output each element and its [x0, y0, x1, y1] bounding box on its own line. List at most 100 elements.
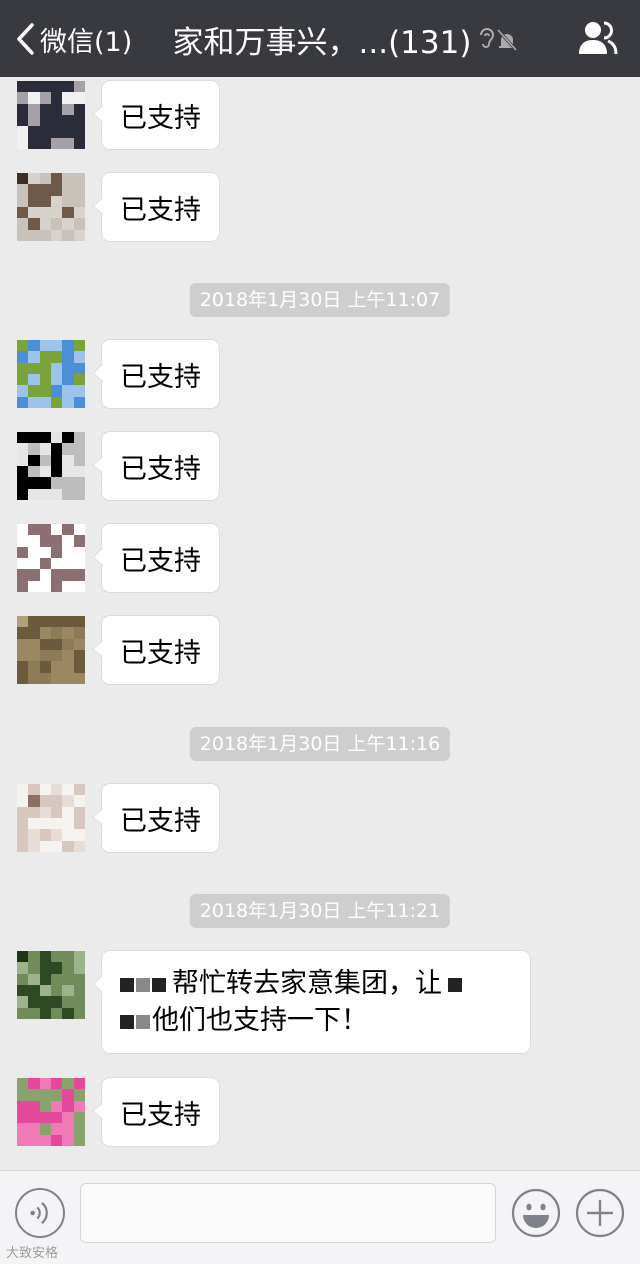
avatar-pixel [39, 373, 51, 386]
avatar-pixel [50, 184, 63, 196]
avatar-pixel [62, 1111, 74, 1124]
avatar-pixel [28, 616, 40, 628]
avatar-pixel [39, 806, 51, 818]
back-chevron-icon [17, 23, 34, 55]
message-input[interactable] [80, 1183, 496, 1243]
avatar-pixel [50, 362, 63, 374]
back-button[interactable]: 微信(1) [14, 16, 132, 62]
avatar-pixel [39, 840, 51, 852]
avatar-pixel [50, 218, 63, 230]
message-text: 已支持 [120, 545, 201, 577]
avatar-pixel [39, 340, 51, 352]
avatar-pixel [39, 206, 51, 219]
avatar-pixel [73, 465, 85, 478]
avatar-pixel [73, 396, 85, 408]
emoji-icon[interactable] [511, 1188, 561, 1238]
avatar-pixel [62, 103, 74, 115]
avatar-pixel [73, 229, 85, 241]
message-bubble[interactable]: 已支持 [93, 340, 219, 408]
avatar[interactable] [17, 1078, 85, 1146]
avatar-pixel [39, 1123, 51, 1135]
avatar-pixel [73, 184, 85, 196]
redacted-name [448, 977, 462, 992]
avatar[interactable] [17, 173, 85, 241]
avatar-pixel [39, 184, 51, 196]
earpiece-icon [480, 28, 495, 48]
message-bubble[interactable]: 帮忙转去家意集团，让 他们也支持一下！ [93, 951, 530, 1053]
avatar-pixel [62, 173, 74, 185]
avatar-pixel [62, 385, 74, 397]
plus-icon[interactable] [575, 1188, 625, 1238]
group-members-icon[interactable] [578, 20, 618, 56]
avatar-pixel [39, 351, 51, 363]
avatar-pixel [39, 218, 51, 230]
avatar-pixel [50, 443, 63, 455]
avatar-pixel [28, 806, 40, 818]
avatar-pixel [28, 1100, 40, 1112]
message-text: 已支持 [120, 1099, 201, 1131]
avatar-pixel [17, 126, 29, 138]
avatar-pixel [62, 569, 74, 581]
avatar-pixel [50, 649, 63, 662]
avatar-pixel [28, 1089, 40, 1101]
avatar[interactable] [17, 616, 85, 684]
message-bubble[interactable]: 已支持 [93, 173, 219, 241]
avatar[interactable] [17, 784, 85, 852]
redacted-name [120, 1014, 134, 1029]
avatar[interactable] [17, 81, 85, 149]
avatar-pixel [62, 206, 74, 219]
avatar-pixel [62, 477, 74, 489]
avatar-pixel [73, 340, 85, 352]
avatar-pixel [62, 195, 74, 207]
message-text: 已支持 [120, 805, 201, 837]
avatar-pixel [73, 488, 85, 500]
avatar-pixel [73, 672, 85, 684]
avatar-pixel [50, 396, 63, 408]
avatar-pixel [28, 206, 40, 219]
avatar-pixel [50, 1111, 63, 1124]
message-bubble[interactable]: 已支持 [93, 784, 219, 852]
avatar-pixel [28, 488, 40, 500]
avatar-pixel [28, 661, 40, 673]
message-bubble[interactable]: 已支持 [93, 432, 219, 500]
avatar[interactable] [17, 340, 85, 408]
avatar-pixel [39, 477, 51, 489]
avatar-pixel [62, 546, 74, 558]
avatar-pixel [17, 1078, 29, 1090]
message-bubble[interactable]: 已支持 [93, 81, 219, 149]
avatar-pixel [39, 627, 51, 639]
avatar-pixel [62, 1007, 74, 1019]
avatar[interactable] [17, 524, 85, 592]
avatar-pixel [17, 396, 29, 408]
message-bubble[interactable]: 已支持 [93, 616, 219, 684]
redacted-name [152, 977, 166, 992]
avatar-pixel [17, 806, 29, 818]
avatar-pixel [17, 951, 29, 963]
avatar-pixel [17, 432, 29, 444]
voice-input-icon[interactable] [15, 1188, 65, 1238]
avatar-pixel [39, 362, 51, 374]
message-bubble[interactable]: 已支持 [93, 524, 219, 592]
avatar-pixel [17, 362, 29, 374]
avatar-pixel [17, 638, 29, 650]
avatar[interactable] [17, 951, 85, 1019]
avatar-pixel [73, 114, 85, 127]
message-bubble[interactable]: 已支持 [93, 1078, 219, 1146]
message-list[interactable]: 已支持 已支持 2018年1月30日 上午11:07 已支持 已支持 已支持 已… [0, 77, 640, 1170]
avatar-pixel [62, 784, 74, 796]
avatar-pixel [62, 951, 74, 963]
avatar-pixel [28, 840, 40, 852]
avatar[interactable] [17, 432, 85, 500]
avatar-pixel [17, 465, 29, 478]
avatar-pixel [50, 206, 63, 219]
avatar-pixel [17, 1100, 29, 1112]
avatar-pixel [28, 795, 40, 807]
message-text: 已支持 [120, 637, 201, 669]
avatar-pixel [73, 817, 85, 830]
avatar-pixel [62, 362, 74, 374]
avatar-pixel [17, 817, 29, 830]
avatar-pixel [28, 1123, 40, 1135]
avatar-pixel [50, 488, 63, 500]
avatar-pixel [50, 984, 63, 997]
avatar-pixel [62, 443, 74, 455]
